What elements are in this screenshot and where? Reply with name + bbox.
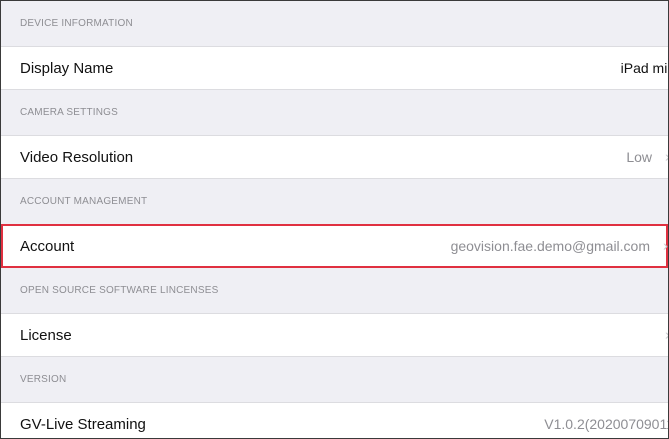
account-row[interactable]: Account geovision.fae.demo@gmail.com › xyxy=(1,224,668,268)
settings-screen: DEVICE INFORMATION Display Name iPad mir… xyxy=(0,0,669,439)
app-name-label: GV-Live Streaming xyxy=(20,415,146,433)
version-row: GV-Live Streaming V1.0.2(20200709011 xyxy=(1,402,669,438)
display-name-row[interactable]: Display Name iPad mir xyxy=(1,46,668,90)
license-row[interactable]: License › xyxy=(1,313,668,357)
video-resolution-label: Video Resolution xyxy=(20,148,134,166)
video-resolution-row[interactable]: Video Resolution Low › xyxy=(1,135,668,179)
video-resolution-value: Low xyxy=(626,149,652,165)
section-header-device-information: DEVICE INFORMATION xyxy=(1,1,668,46)
section-header-version: VERSION xyxy=(1,357,668,402)
license-label: License xyxy=(20,326,72,344)
display-name-value: iPad mir xyxy=(620,60,669,76)
display-name-label: Display Name xyxy=(20,59,114,77)
section-header-account-management: ACCOUNT MANAGEMENT xyxy=(1,179,668,224)
version-value: V1.0.2(20200709011 xyxy=(544,416,669,432)
chevron-right-icon: › xyxy=(665,149,668,166)
account-email-value: geovision.fae.demo@gmail.com xyxy=(450,238,650,254)
account-label: Account xyxy=(20,237,75,255)
section-header-camera-settings: CAMERA SETTINGS xyxy=(1,90,668,135)
chevron-right-icon: › xyxy=(663,237,668,255)
section-header-open-source-licenses: OPEN SOURCE SOFTWARE LINCENSES xyxy=(1,268,668,313)
chevron-right-icon: › xyxy=(665,327,668,344)
